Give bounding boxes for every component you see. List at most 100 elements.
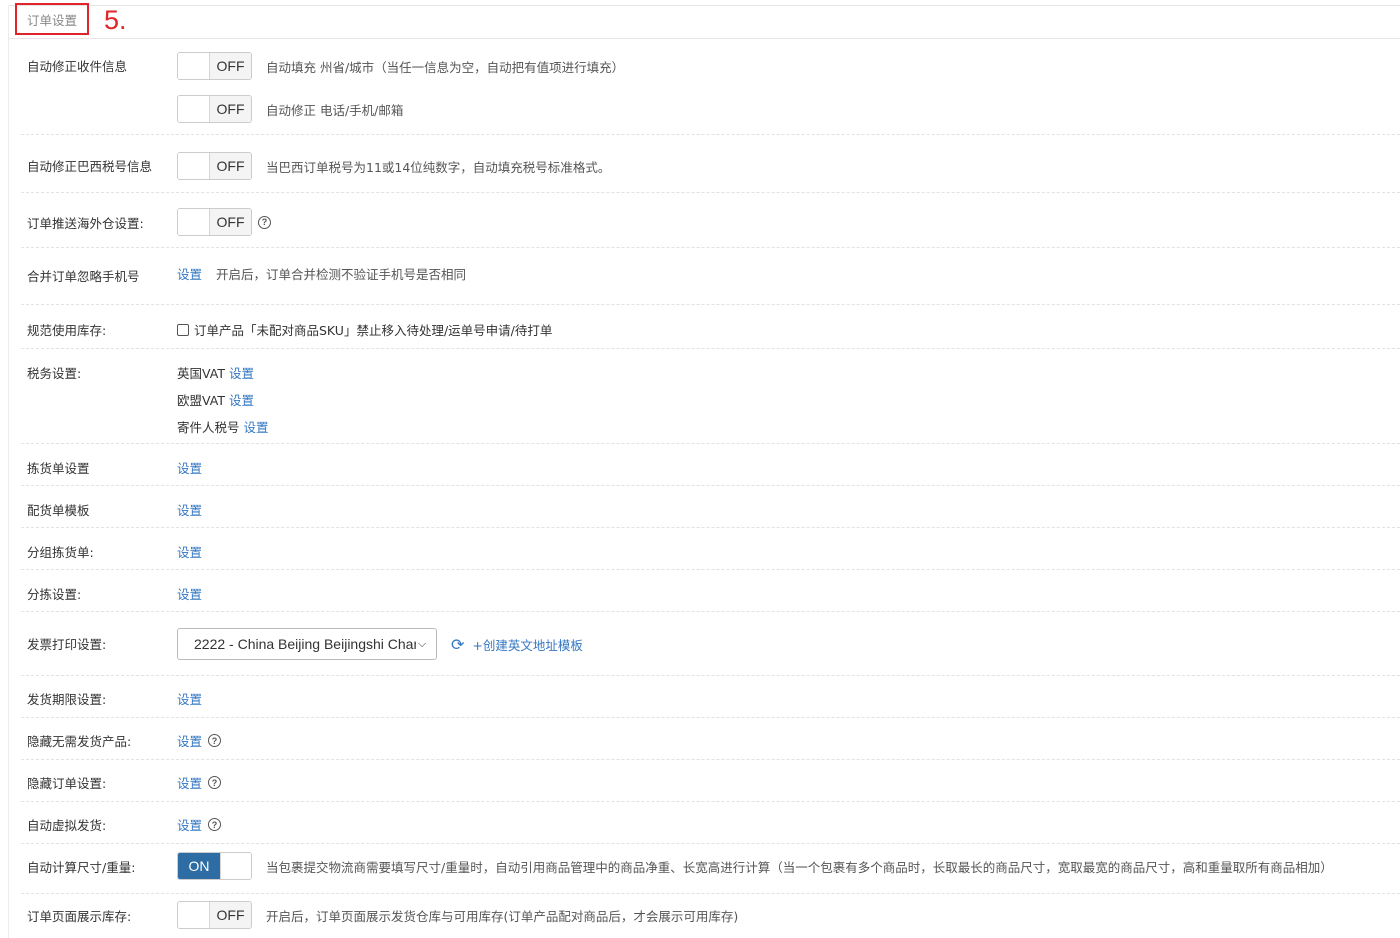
row-label: 发货期限设置: bbox=[27, 692, 107, 707]
tax-item-name: 英国VAT bbox=[177, 366, 225, 381]
row-hide-order: 隐藏订单设置: 设置 ? bbox=[21, 760, 1400, 802]
sorting-settings-link[interactable]: 设置 bbox=[177, 584, 202, 603]
merge-ignore-line: 设置 开启后，订单合并检测不验证手机号是否相同 bbox=[177, 264, 466, 283]
row-label: 合并订单忽略手机号 bbox=[27, 269, 140, 284]
auto-virtual-ship-settings-link[interactable]: 设置 bbox=[177, 815, 202, 834]
row-ship-deadline: 发货期限设置: 设置 bbox=[21, 676, 1400, 718]
brazil-tax-desc: 当巴西订单税号为11或14位纯数字，自动填充税号标准格式。 bbox=[266, 159, 611, 175]
row-group-pick: 分组拣货单: 设置 bbox=[21, 528, 1400, 570]
row-auto-size-weight: 自动计算尺寸/重量: ON 当包裹提交物流商需要填写尺寸/重量时，自动引用商品管… bbox=[21, 844, 1400, 894]
top-border bbox=[8, 5, 1400, 6]
help-icon[interactable]: ? bbox=[208, 776, 222, 789]
auto-size-weight-desc: 当包裹提交物流商需要填写尺寸/重量时，自动引用商品管理中的商品净重、长宽高进行计… bbox=[266, 859, 1333, 875]
inventory-sku-checkbox-label: 订单产品「未配对商品SKU」禁止移入待处理/运单号申请/待打单 bbox=[194, 323, 553, 338]
toggle-knob bbox=[178, 902, 210, 928]
overseas-push-toggle[interactable]: OFF bbox=[177, 208, 252, 236]
toggle-knob bbox=[178, 153, 210, 179]
toggle-knob bbox=[220, 853, 251, 879]
step-annotation: 5. bbox=[104, 5, 127, 35]
tax-eu-vat: 欧盟VAT 设置 bbox=[177, 390, 254, 409]
autofix-contact-desc: 自动修正 电话/手机/邮箱 bbox=[266, 102, 404, 118]
toggle-knob bbox=[178, 53, 210, 79]
page-title: 订单设置 bbox=[15, 3, 89, 35]
tax-item-name: 欧盟VAT bbox=[177, 393, 225, 408]
row-hide-no-ship: 隐藏无需发货产品: 设置 ? bbox=[21, 718, 1400, 760]
packing-template-settings-link[interactable]: 设置 bbox=[177, 500, 202, 519]
invoice-address-select[interactable]: 2222 - China Beijing Beijingshi Chang ⌵ bbox=[177, 628, 437, 660]
show-stock-toggle[interactable]: OFF bbox=[177, 901, 252, 929]
chevron-down-icon: ⌵ bbox=[417, 637, 427, 650]
autofix-address-line: OFF 自动填充 州省/城市（当任一信息为空，自动把有值项进行填充） bbox=[177, 52, 624, 80]
row-label: 自动计算尺寸/重量: bbox=[27, 860, 136, 875]
tax-item-name: 寄件人税号 bbox=[177, 420, 240, 435]
toggle-state: OFF bbox=[210, 153, 251, 179]
hide-order-settings-link[interactable]: 设置 bbox=[177, 773, 202, 792]
merge-ignore-settings-link[interactable]: 设置 bbox=[177, 264, 202, 283]
toggle-state: OFF bbox=[210, 53, 251, 79]
brazil-tax-line: OFF 当巴西订单税号为11或14位纯数字，自动填充税号标准格式。 bbox=[177, 152, 610, 180]
refresh-icon[interactable]: ⟳ bbox=[451, 635, 464, 654]
row-merge-ignore-phone: 合并订单忽略手机号 设置 开启后，订单合并检测不验证手机号是否相同 bbox=[21, 248, 1400, 305]
row-label: 发票打印设置: bbox=[27, 637, 107, 652]
show-stock-line: OFF 开启后，订单页面展示发货仓库与可用库存(订单产品配对商品后，才会展示可用… bbox=[177, 901, 738, 929]
toggle-state: OFF bbox=[210, 96, 251, 122]
help-icon[interactable]: ? bbox=[208, 734, 222, 747]
merge-ignore-desc: 开启后，订单合并检测不验证手机号是否相同 bbox=[216, 267, 467, 282]
row-label: 自动修正巴西税号信息 bbox=[27, 159, 153, 174]
row-packing-template: 配货单模板 设置 bbox=[21, 486, 1400, 528]
row-label: 税务设置: bbox=[27, 366, 82, 381]
row-label: 隐藏订单设置: bbox=[27, 776, 107, 791]
row-label: 规范使用库存: bbox=[27, 323, 107, 338]
show-stock-desc: 开启后，订单页面展示发货仓库与可用库存(订单产品配对商品后，才会展示可用库存) bbox=[266, 908, 739, 924]
group-pick-settings-link[interactable]: 设置 bbox=[177, 542, 202, 561]
row-invoice-print: 发票打印设置: 2222 - China Beijing Beijingshi … bbox=[21, 612, 1400, 676]
row-label: 隐藏无需发货产品: bbox=[27, 734, 132, 749]
row-sorting: 分拣设置: 设置 bbox=[21, 570, 1400, 612]
tax-sender-id-link[interactable]: 设置 bbox=[244, 417, 269, 436]
row-label: 分拣设置: bbox=[27, 587, 82, 602]
ship-deadline-settings-link[interactable]: 设置 bbox=[177, 689, 202, 708]
toggle-state: OFF bbox=[210, 209, 251, 235]
invoice-print-line: 2222 - China Beijing Beijingshi Chang ⌵ … bbox=[177, 628, 583, 660]
help-icon[interactable]: ? bbox=[208, 818, 222, 831]
row-label: 订单推送海外仓设置: bbox=[27, 216, 144, 231]
select-value: 2222 - China Beijing Beijingshi Chang bbox=[194, 636, 416, 652]
row-label: 订单页面展示库存: bbox=[27, 909, 132, 924]
inventory-usage-line: 订单产品「未配对商品SKU」禁止移入待处理/运单号申请/待打单 bbox=[177, 320, 552, 339]
row-label: 配货单模板 bbox=[27, 503, 90, 518]
toggle-state: ON bbox=[178, 853, 220, 879]
row-autofix-recipient: 自动修正收件信息 OFF 自动填充 州省/城市（当任一信息为空，自动把有值项进行… bbox=[21, 39, 1400, 135]
row-label: 分组拣货单: bbox=[27, 545, 94, 560]
toggle-knob bbox=[178, 209, 210, 235]
row-show-stock: 订单页面展示库存: OFF 开启后，订单页面展示发货仓库与可用库存(订单产品配对… bbox=[21, 894, 1400, 938]
tax-uk-vat-link[interactable]: 设置 bbox=[229, 363, 254, 382]
pick-list-settings-link[interactable]: 设置 bbox=[177, 458, 202, 477]
autofix-contact-toggle[interactable]: OFF bbox=[177, 95, 252, 123]
row-label: 拣货单设置 bbox=[27, 461, 90, 476]
create-english-address-template-link[interactable]: +创建英文地址模板 bbox=[472, 635, 582, 654]
overseas-push-line: OFF ? bbox=[177, 208, 271, 236]
autofix-contact-line: OFF 自动修正 电话/手机/邮箱 bbox=[177, 95, 403, 123]
row-tax-settings: 税务设置: 英国VAT 设置 欧盟VAT 设置 寄件人税号 设置 bbox=[21, 349, 1400, 444]
row-label: 自动虚拟发货: bbox=[27, 818, 107, 833]
auto-size-weight-line: ON 当包裹提交物流商需要填写尺寸/重量时，自动引用商品管理中的商品净重、长宽高… bbox=[177, 852, 1333, 880]
row-inventory-usage: 规范使用库存: 订单产品「未配对商品SKU」禁止移入待处理/运单号申请/待打单 bbox=[21, 305, 1400, 349]
autofix-address-desc: 自动填充 州省/城市（当任一信息为空，自动把有值项进行填充） bbox=[266, 59, 625, 75]
row-overseas-push: 订单推送海外仓设置: OFF ? bbox=[21, 193, 1400, 248]
row-pick-list: 拣货单设置 设置 bbox=[21, 444, 1400, 486]
row-label: 自动修正收件信息 bbox=[27, 59, 128, 74]
autofix-address-toggle[interactable]: OFF bbox=[177, 52, 252, 80]
toggle-state: OFF bbox=[210, 902, 251, 928]
help-icon[interactable]: ? bbox=[258, 215, 271, 229]
toggle-knob bbox=[178, 96, 210, 122]
hide-no-ship-settings-link[interactable]: 设置 bbox=[177, 731, 202, 750]
row-auto-virtual-ship: 自动虚拟发货: 设置 ? bbox=[21, 802, 1400, 844]
left-border bbox=[8, 5, 9, 938]
tax-eu-vat-link[interactable]: 设置 bbox=[229, 390, 254, 409]
tax-uk-vat: 英国VAT 设置 bbox=[177, 363, 254, 382]
inventory-sku-checkbox[interactable] bbox=[177, 323, 189, 336]
brazil-tax-toggle[interactable]: OFF bbox=[177, 152, 252, 180]
auto-size-weight-toggle[interactable]: ON bbox=[177, 852, 252, 880]
tax-sender-id: 寄件人税号 设置 bbox=[177, 417, 269, 436]
row-brazil-tax: 自动修正巴西税号信息 OFF 当巴西订单税号为11或14位纯数字，自动填充税号标… bbox=[21, 135, 1400, 193]
